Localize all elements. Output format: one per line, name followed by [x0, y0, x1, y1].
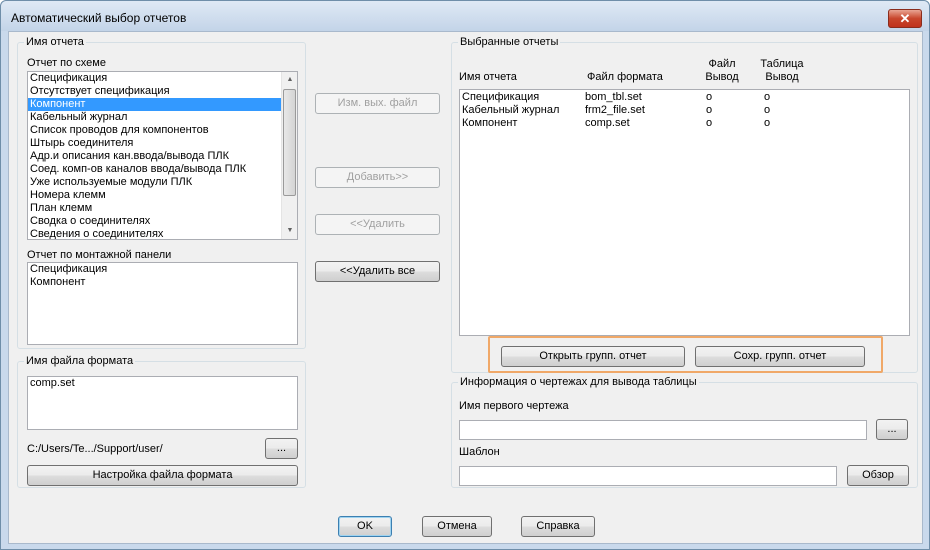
selected-reports-group: Выбранные отчеты Имя отчета Файл формата…: [451, 36, 918, 373]
selected-reports-table[interactable]: Спецификация bom_tbl.set o o Кабельный журна…: [459, 89, 910, 336]
col-header-format: Файл формата: [587, 71, 663, 83]
table-row[interactable]: Спецификация bom_tbl.set o o: [460, 91, 909, 104]
list-item[interactable]: План клемм: [28, 202, 297, 215]
window-title: Автоматический выбор отчетов: [11, 11, 187, 25]
cancel-button[interactable]: Отмена: [422, 516, 492, 537]
dialog-window: Автоматический выбор отчетов ✕ Имя отчет…: [0, 0, 930, 550]
list-item[interactable]: Список проводов для компонентов: [28, 124, 297, 137]
schema-report-label: Отчет по схеме: [27, 57, 106, 69]
ok-button[interactable]: OK: [338, 516, 392, 537]
col-header-file-bottom: Вывод: [705, 71, 739, 83]
list-item[interactable]: Кабельный журнал: [28, 111, 297, 124]
list-item[interactable]: Спецификация: [28, 263, 297, 276]
report-name-group: Имя отчета Отчет по схеме Спецификация От…: [17, 36, 306, 349]
list-item[interactable]: comp.set: [28, 377, 297, 390]
format-setup-button[interactable]: Настройка файла формата: [27, 465, 298, 486]
template-review-button[interactable]: Обзор: [847, 465, 909, 486]
list-item[interactable]: Уже используемые модули ПЛК: [28, 176, 297, 189]
selected-reports-group-label: Выбранные отчеты: [458, 36, 561, 49]
col-header-file-top: Файл: [708, 58, 736, 70]
list-item[interactable]: Соед. комп-ов каналов ввода/вывода ПЛК: [28, 163, 297, 176]
first-drawing-input[interactable]: [459, 420, 867, 440]
panel-report-list[interactable]: Спецификация Компонент: [27, 262, 298, 345]
schema-list-scrollbar[interactable]: ▲ ▼: [281, 72, 297, 239]
col-header-table-top: Таблица: [760, 58, 804, 70]
list-item[interactable]: Компонент: [28, 98, 297, 111]
drawing-info-group-label: Информация о чертежах для вывода таблицы: [458, 376, 699, 389]
col-header-table-bottom: Вывод: [765, 71, 799, 83]
format-file-group-label: Имя файла формата: [24, 355, 136, 368]
drawing-info-group: Информация о чертежах для вывода таблицы…: [451, 376, 918, 488]
panel-report-label: Отчет по монтажной панели: [27, 249, 172, 261]
scroll-down-icon[interactable]: ▼: [282, 223, 297, 239]
table-cell-name: Спецификация: [462, 91, 540, 103]
table-cell-table: o: [764, 117, 771, 129]
table-cell-format: frm2_file.set: [585, 104, 645, 116]
table-row[interactable]: Кабельный журнал frm2_file.set o o: [460, 104, 909, 117]
group-report-highlight-frame: [488, 336, 883, 373]
table-cell-table: o: [764, 91, 771, 103]
list-item[interactable]: Номера клемм: [28, 189, 297, 202]
format-file-list[interactable]: comp.set: [27, 376, 298, 430]
change-output-file-button[interactable]: Изм. вых. файл: [315, 93, 440, 114]
list-item[interactable]: Адр.и описания кан.ввода/вывода ПЛК: [28, 150, 297, 163]
list-item[interactable]: Сведения о соединителях: [28, 228, 297, 239]
scroll-up-icon[interactable]: ▲: [282, 72, 297, 88]
table-cell-file: o: [706, 91, 713, 103]
template-input[interactable]: [459, 466, 837, 486]
scroll-thumb[interactable]: [283, 89, 296, 196]
format-browse-button[interactable]: ...: [265, 438, 298, 459]
dialog-client: Имя отчета Отчет по схеме Спецификация От…: [8, 31, 923, 544]
table-row[interactable]: Компонент comp.set o o: [460, 117, 909, 130]
schema-report-list[interactable]: Спецификация Отсутствует спецификация Комп…: [27, 71, 298, 240]
list-item[interactable]: Спецификация: [28, 72, 297, 85]
add-report-button[interactable]: Добавить>>: [315, 167, 440, 188]
format-path-text: C:/Users/Te.../Support/user/: [27, 443, 163, 455]
close-button[interactable]: ✕: [888, 9, 922, 28]
table-cell-name: Кабельный журнал: [462, 104, 560, 116]
format-file-items: comp.set: [28, 377, 297, 390]
report-name-group-label: Имя отчета: [24, 36, 86, 49]
table-cell-table: o: [764, 104, 771, 116]
table-cell-name: Компонент: [462, 117, 518, 129]
remove-all-button[interactable]: <<Удалить все: [315, 261, 440, 282]
first-drawing-label: Имя первого чертежа: [459, 400, 569, 412]
close-icon: ✕: [899, 11, 911, 26]
list-item[interactable]: Компонент: [28, 276, 297, 289]
table-cell-file: o: [706, 117, 713, 129]
table-cell-format: bom_tbl.set: [585, 91, 642, 103]
col-header-name: Имя отчета: [459, 71, 517, 83]
template-label: Шаблон: [459, 446, 500, 458]
panel-report-items: Спецификация Компонент: [28, 263, 297, 289]
table-cell-format: comp.set: [585, 117, 630, 129]
help-button[interactable]: Справка: [521, 516, 595, 537]
schema-report-items: Спецификация Отсутствует спецификация Комп…: [28, 72, 297, 239]
first-drawing-browse-button[interactable]: ...: [876, 419, 908, 440]
list-item[interactable]: Отсутствует спецификация: [28, 85, 297, 98]
title-bar[interactable]: Автоматический выбор отчетов ✕: [1, 1, 929, 31]
format-file-group: Имя файла формата comp.set C:/Users/Te..…: [17, 355, 306, 488]
remove-report-button[interactable]: <<Удалить: [315, 214, 440, 235]
list-item[interactable]: Сводка о соединителях: [28, 215, 297, 228]
list-item[interactable]: Штырь соединителя: [28, 137, 297, 150]
table-cell-file: o: [706, 104, 713, 116]
